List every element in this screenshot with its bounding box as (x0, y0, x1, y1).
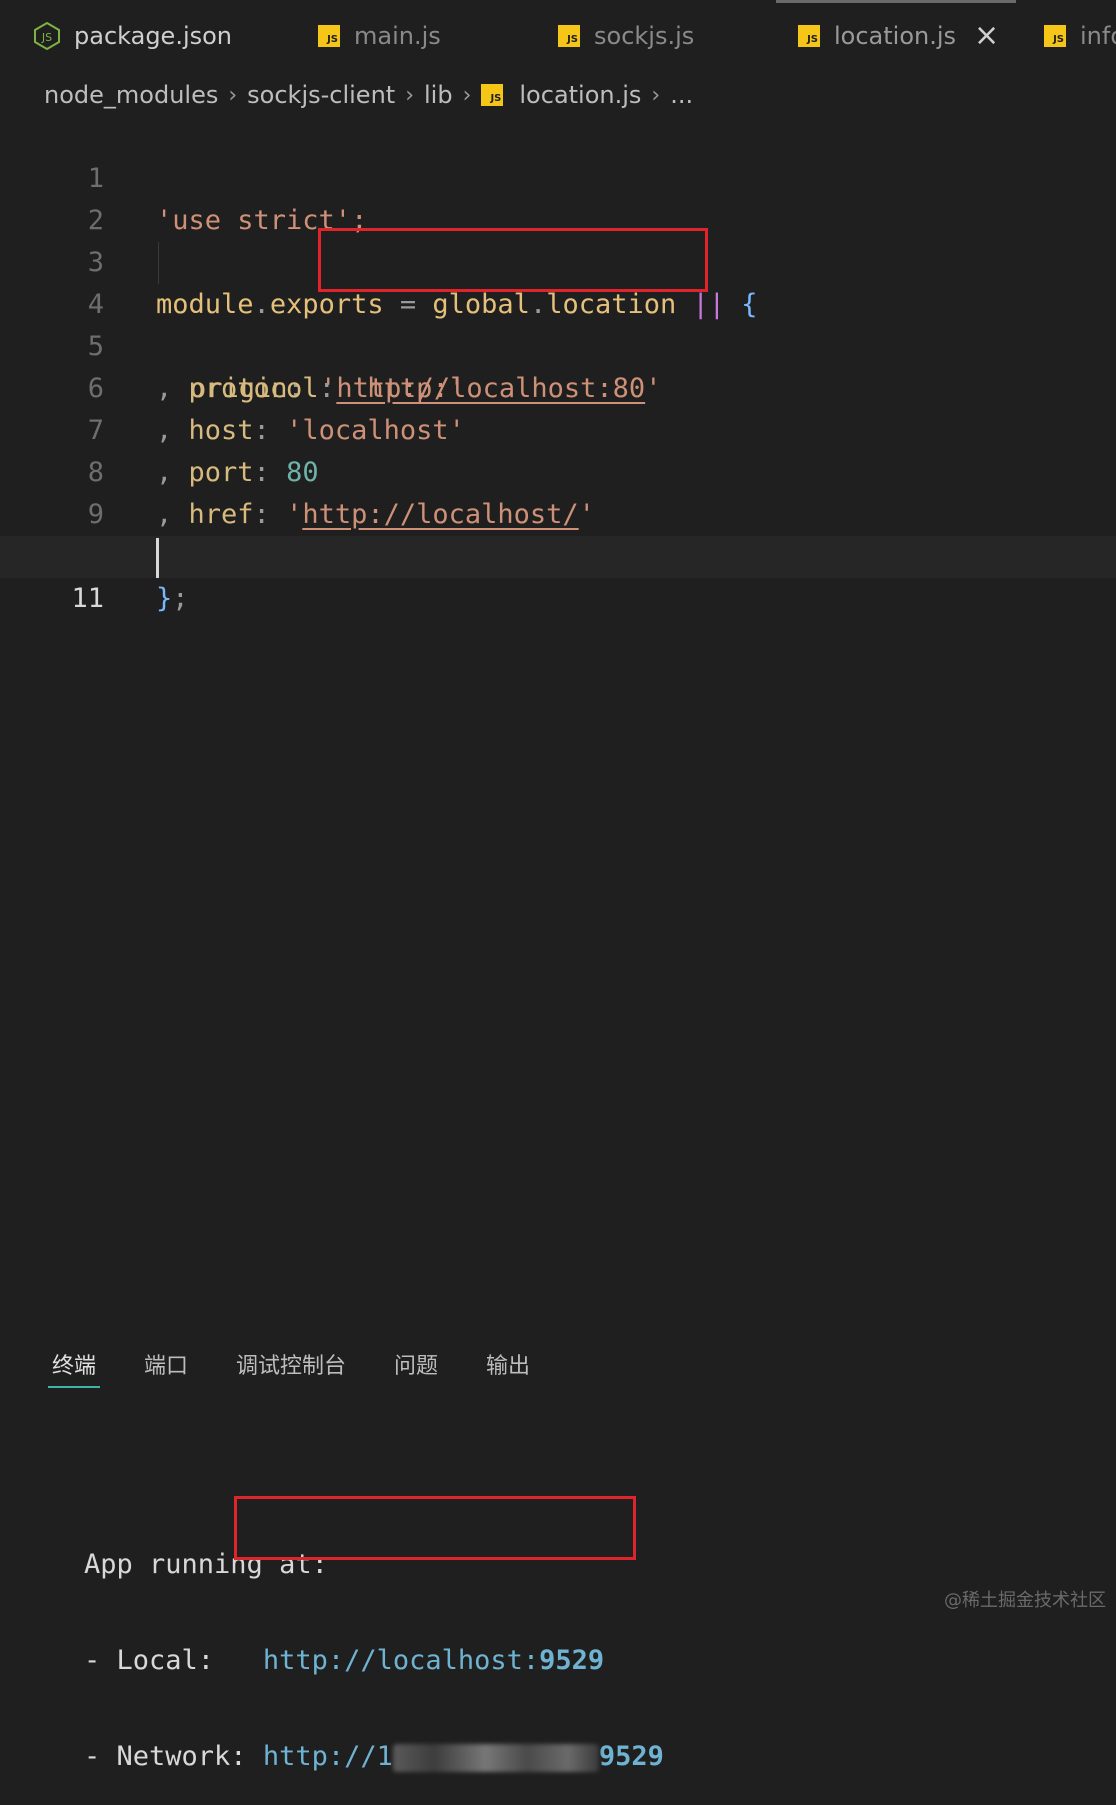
tab-sockjs-js[interactable]: JS sockjs.js (558, 0, 694, 72)
code-line: 1 'use strict'; (0, 116, 1116, 236)
panel-tab-bar: 终端 端口 调试控制台 问题 输出 (0, 1330, 1116, 1400)
active-tab-indicator (776, 0, 1016, 3)
tab-info-js[interactable]: JS info (1044, 0, 1116, 72)
chevron-right-icon: › (651, 82, 661, 108)
highlight-box (318, 228, 708, 292)
panel-tab-output[interactable]: 输出 (486, 1348, 530, 1380)
terminal-text: - Network: (84, 1741, 263, 1772)
indent-guide (158, 242, 159, 284)
local-port[interactable]: 9529 (539, 1645, 604, 1676)
tab-label: info (1080, 22, 1116, 50)
line-number: 11 (71, 583, 104, 614)
tab-label: package.json (74, 22, 233, 50)
breadcrumb-item[interactable]: sockjs-client (247, 81, 395, 109)
code-line: 9 , hash: '' (0, 452, 1116, 572)
panel-tab-debug-console[interactable]: 调试控制台 (236, 1348, 346, 1380)
active-panel-tab-indicator (48, 1386, 100, 1388)
panel-tab-terminal[interactable]: 终端 (52, 1348, 96, 1380)
editor-tab-bar: JS package.json JS main.js JS sockjs.js … (0, 0, 1116, 72)
terminal-line: - Network: http://1 9529 (84, 1740, 664, 1774)
code-token: } (156, 583, 173, 614)
js-file-icon: JS (558, 25, 580, 47)
code-line: 6 , host: 'localhost' (0, 326, 1116, 446)
network-url-link[interactable]: http://1 (263, 1741, 393, 1772)
close-icon[interactable]: × (974, 21, 999, 51)
code-line-current: 11 (0, 536, 1116, 614)
js-file-icon: JS (481, 84, 504, 106)
network-port[interactable]: 9529 (599, 1741, 664, 1772)
terminal-line: - Local: http://localhost:9529 (84, 1644, 664, 1678)
panel-tab-ports[interactable]: 端口 (144, 1348, 188, 1380)
tab-package-json[interactable]: JS package.json (34, 0, 232, 72)
code-line: 7 , port: 80 (0, 368, 1116, 488)
code-editor[interactable]: 1 'use strict'; 2 3 module.exports = glo… (0, 116, 1116, 614)
breadcrumb-item[interactable]: ... (670, 81, 693, 109)
code-line: 10 }; (0, 494, 1116, 614)
chevron-right-icon: › (228, 82, 238, 108)
redacted-ip (392, 1743, 599, 1772)
js-file-icon: JS (798, 25, 820, 47)
js-file-icon: JS (1044, 25, 1066, 47)
terminal-text: - Local: (84, 1645, 263, 1676)
local-url-link[interactable]: http://localhost: (263, 1645, 539, 1676)
breadcrumb-item[interactable]: location.js (519, 81, 641, 109)
breadcrumb: node_modules › sockjs-client › lib › JS … (44, 74, 693, 116)
chevron-right-icon: › (405, 82, 414, 108)
panel-tab-problems[interactable]: 问题 (394, 1348, 438, 1380)
code-line: 2 (0, 158, 1116, 236)
tab-main-js[interactable]: JS main.js (318, 0, 441, 72)
highlight-box (234, 1496, 636, 1560)
tab-label: location.js (834, 22, 957, 50)
tab-label: main.js (354, 22, 441, 50)
breadcrumb-item[interactable]: lib (424, 81, 453, 109)
chevron-right-icon: › (462, 82, 472, 108)
text-cursor (156, 538, 159, 578)
code-line: 8 , href: 'http://localhost/' (0, 410, 1116, 530)
code-token: ; (172, 583, 189, 614)
tab-label: sockjs.js (594, 22, 695, 50)
svg-text:JS: JS (41, 31, 52, 44)
watermark: @稀土掘金技术社区 (944, 1590, 1106, 1611)
js-file-icon: JS (318, 25, 340, 47)
tab-location-js[interactable]: JS location.js × (776, 0, 1016, 72)
breadcrumb-item[interactable]: node_modules (44, 81, 218, 109)
nodejs-icon: JS (34, 22, 60, 50)
